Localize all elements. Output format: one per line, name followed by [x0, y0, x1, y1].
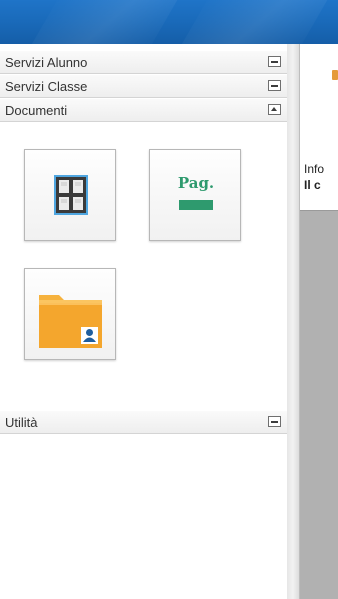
- grid-window-icon: [54, 175, 88, 215]
- collapse-toggle-icon[interactable]: [268, 416, 281, 427]
- page-tile[interactable]: Pag.: [149, 149, 241, 241]
- user-folder-icon: [39, 295, 102, 348]
- grid-window-tile[interactable]: [24, 149, 116, 241]
- user-folder-tile[interactable]: [24, 268, 116, 360]
- minus-icon: [271, 421, 278, 423]
- triangle-up-icon: [271, 107, 277, 111]
- section-label: Documenti: [5, 103, 68, 118]
- collapse-toggle-icon[interactable]: [268, 80, 281, 91]
- sidebar: Servizi Alunno Servizi Classe Documenti: [0, 44, 288, 599]
- page-icon: Pag.: [178, 174, 214, 210]
- header-decoration: [16, 0, 184, 44]
- section-label: Servizi Alunno: [5, 55, 88, 70]
- header-decoration: [166, 0, 334, 44]
- section-label: Servizi Classe: [5, 79, 88, 94]
- section-header-documenti[interactable]: Documenti: [0, 98, 287, 122]
- warning-icon: [332, 70, 338, 80]
- expand-toggle-icon[interactable]: [268, 104, 281, 115]
- top-header-bar: [0, 0, 338, 44]
- minus-icon: [271, 61, 278, 63]
- page-icon-text: Pag.: [178, 174, 214, 192]
- info-card: Info Il c: [300, 44, 338, 211]
- main-content: Info Il c: [300, 44, 338, 599]
- minus-icon: [271, 85, 278, 87]
- section-header-servizi-alunno[interactable]: Servizi Alunno: [0, 50, 287, 74]
- collapse-toggle-icon[interactable]: [268, 56, 281, 67]
- section-label: Utilità: [5, 415, 38, 430]
- section-header-servizi-classe[interactable]: Servizi Classe: [0, 74, 287, 98]
- section-header-utilita[interactable]: Utilità: [0, 410, 287, 434]
- info-text-line: Il c: [304, 178, 321, 192]
- documents-panel: Pag.: [0, 122, 287, 360]
- sidebar-splitter[interactable]: [287, 44, 300, 599]
- info-text-line: Info: [304, 162, 325, 176]
